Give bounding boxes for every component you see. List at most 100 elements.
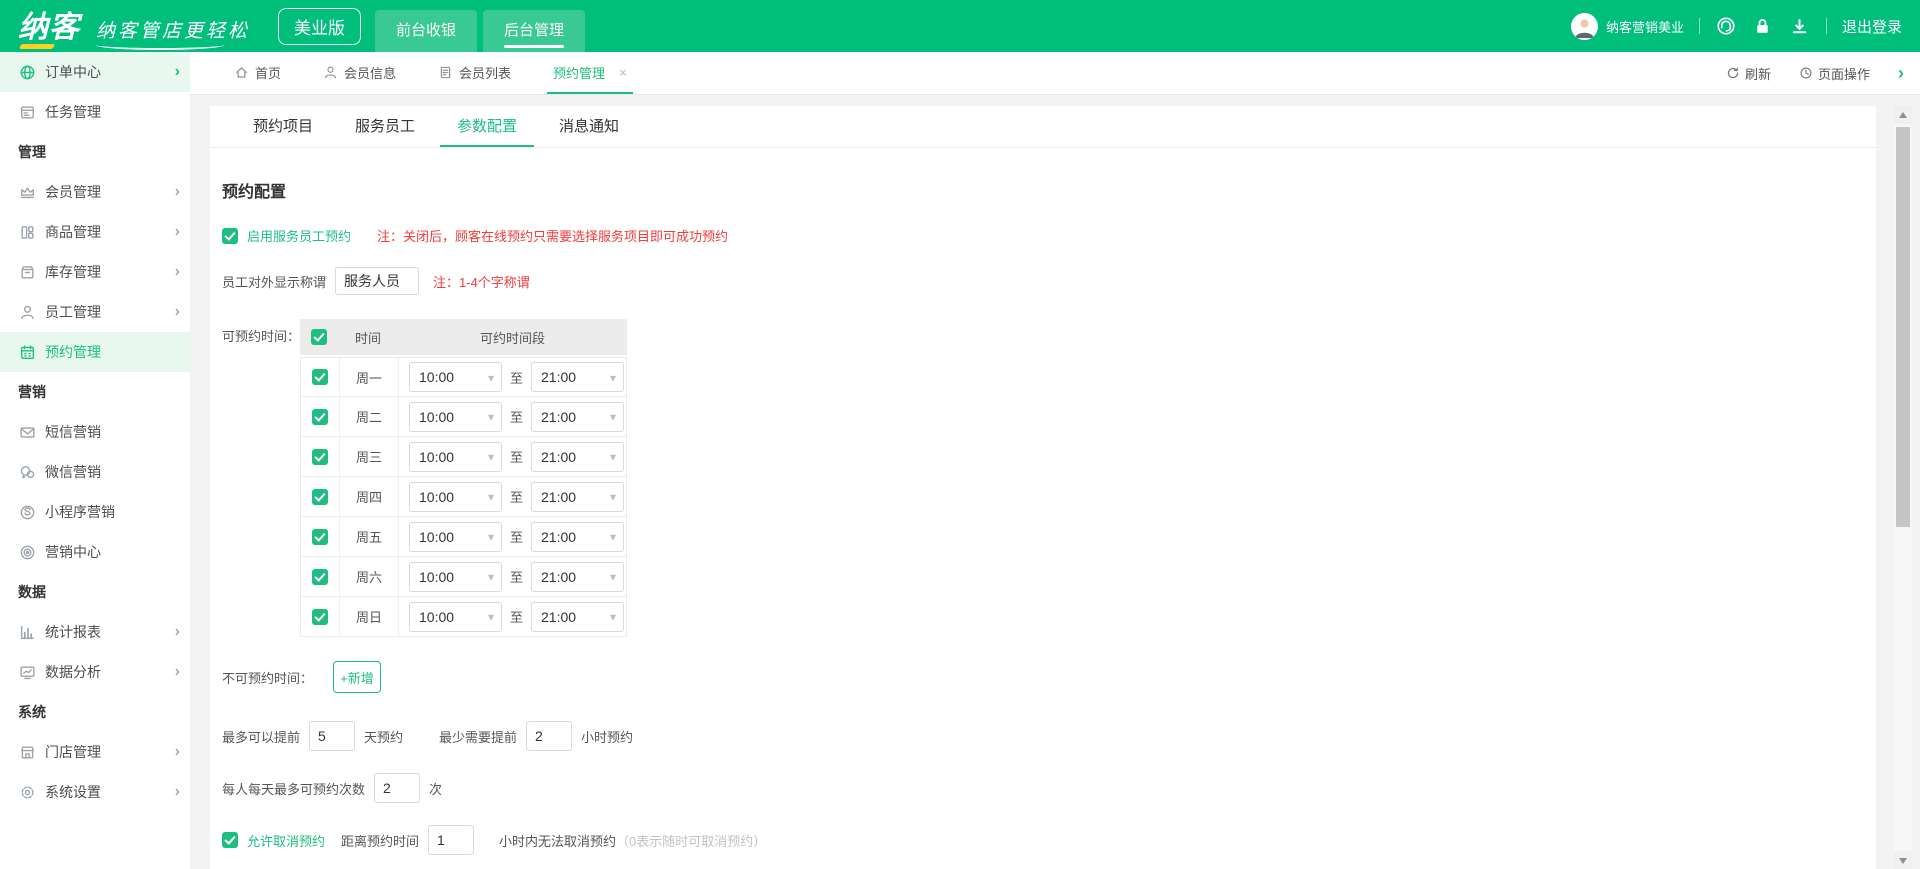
bc-tab-home[interactable]: 首页 xyxy=(228,52,287,94)
bc-tab-member-list[interactable]: 会员列表 xyxy=(432,52,517,94)
tab-backstage-manage[interactable]: 后台管理 xyxy=(483,10,586,52)
select-all-checkbox[interactable] xyxy=(311,329,327,345)
scroll-down-button[interactable] xyxy=(1894,851,1912,869)
day-checkbox[interactable] xyxy=(312,448,328,465)
caret-down-icon xyxy=(488,570,494,583)
sidebar: 订单中心 任务管理 管理 会员管理 商品管理 库存管理 员工管理 预约管理 营销 xyxy=(0,52,190,869)
start-time-select[interactable]: 10:00 xyxy=(409,441,502,472)
to-label: 至 xyxy=(510,490,524,505)
support-icon[interactable] xyxy=(1715,15,1737,37)
enable-staff-booking-checkbox[interactable] xyxy=(222,227,238,244)
scrollbar-thumb[interactable] xyxy=(1896,127,1910,527)
chevron-right-icon xyxy=(175,264,180,280)
user-menu[interactable]: 纳客营销美业 xyxy=(1570,12,1684,40)
bc-tab-member-info[interactable]: 会员信息 xyxy=(317,52,402,94)
edition-badge[interactable]: 美业版 xyxy=(278,7,362,45)
end-time-select[interactable]: 21:00 xyxy=(531,561,625,592)
top-nav: 前台收银 后台管理 xyxy=(375,10,586,52)
sidebar-item-system-settings[interactable]: 系统设置 xyxy=(0,772,190,812)
end-time-select[interactable]: 21:00 xyxy=(531,362,625,392)
close-icon[interactable]: × xyxy=(619,65,627,80)
sidebar-section-label: 系统 xyxy=(18,704,46,720)
caret-down-icon xyxy=(488,410,494,423)
envelope-icon xyxy=(18,423,36,441)
tab-parameter-config[interactable]: 参数配置 xyxy=(440,106,535,147)
cancel-suffix: 小时内无法取消预约 xyxy=(499,833,617,849)
day-checkbox[interactable] xyxy=(312,488,328,505)
tab-service-staff[interactable]: 服务员工 xyxy=(338,106,432,147)
end-time-select[interactable]: 21:00 xyxy=(531,521,625,552)
display-title-note: 注：1-4个字称谓 xyxy=(433,274,530,290)
scroll-up-button[interactable] xyxy=(1894,106,1912,124)
day-label: 周六 xyxy=(339,557,399,596)
cancel-note: （0表示随时可取消预约） xyxy=(616,833,767,849)
sidebar-item-store-manage[interactable]: 门店管理 xyxy=(0,732,190,772)
globe-icon xyxy=(18,63,36,81)
end-time-select[interactable]: 21:00 xyxy=(531,441,625,472)
sidebar-item-order-center[interactable]: 订单中心 xyxy=(0,52,190,92)
day-checkbox[interactable] xyxy=(312,568,328,585)
tab-front-cashier[interactable]: 前台收银 xyxy=(375,10,478,52)
allow-cancel-checkbox[interactable] xyxy=(222,832,238,848)
day-checkbox[interactable] xyxy=(312,608,328,625)
add-blocked-time-button[interactable]: +新增 xyxy=(333,661,382,693)
header-right: 纳客营销美业 退出登录 xyxy=(1570,12,1902,40)
booking-day-row: 周五 10:00 至 21:00 xyxy=(300,517,627,557)
lock-icon[interactable] xyxy=(1752,15,1774,37)
day-checkbox[interactable] xyxy=(312,528,328,545)
end-time-select[interactable]: 21:00 xyxy=(531,401,625,432)
display-title-input[interactable] xyxy=(335,267,420,295)
daily-limit-input[interactable] xyxy=(374,773,421,803)
sidebar-item-stock-manage[interactable]: 库存管理 xyxy=(0,252,190,292)
sidebar-item-stats-report[interactable]: 统计报表 xyxy=(0,612,190,652)
daily-limit-row: 每人每天最多可预约次数 次 xyxy=(222,773,1856,803)
miniprogram-icon xyxy=(18,503,36,521)
sidebar-item-goods-manage[interactable]: 商品管理 xyxy=(0,212,190,252)
sidebar-item-marketing-center[interactable]: 营销中心 xyxy=(0,532,190,572)
tab-message-notice[interactable]: 消息通知 xyxy=(542,106,636,147)
app-logo[interactable]: 纳客 纳客管店更轻松 xyxy=(18,2,250,50)
to-label: 至 xyxy=(510,570,524,585)
start-time-select[interactable]: 10:00 xyxy=(409,401,502,432)
display-title-row: 员工对外显示称谓 注：1-4个字称谓 xyxy=(222,267,1856,295)
sidebar-item-booking-manage[interactable]: 预约管理 xyxy=(0,332,190,372)
tab-booking-items[interactable]: 预约项目 xyxy=(236,106,330,147)
sidebar-item-wechat-marketing[interactable]: 微信营销 xyxy=(0,452,190,492)
sidebar-item-staff-manage[interactable]: 员工管理 xyxy=(0,292,190,332)
sidebar-item-task-manage[interactable]: 任务管理 xyxy=(0,92,190,132)
booking-day-row: 周六 10:00 至 21:00 xyxy=(300,557,627,597)
crown-icon xyxy=(18,183,36,201)
download-icon[interactable] xyxy=(1789,15,1811,37)
sidebar-section-label: 营销 xyxy=(18,384,46,400)
start-time-select[interactable]: 10:00 xyxy=(409,481,502,512)
vertical-scrollbar[interactable] xyxy=(1894,106,1912,869)
sidebar-item-sms-marketing[interactable]: 短信营销 xyxy=(0,412,190,452)
min-advance-label: 最少需要提前 xyxy=(439,729,518,745)
page-actions-button[interactable]: 页面操作 xyxy=(1799,64,1870,83)
start-time-select[interactable]: 10:00 xyxy=(409,601,502,632)
caret-down-icon xyxy=(488,530,494,543)
start-time-select[interactable]: 10:00 xyxy=(409,561,502,592)
cancel-hours-input[interactable] xyxy=(428,825,475,855)
gear-icon xyxy=(18,783,36,801)
start-time-select[interactable]: 10:00 xyxy=(409,521,502,552)
booking-day-row: 周日 10:00 至 21:00 xyxy=(300,597,627,637)
refresh-button[interactable]: 刷新 xyxy=(1726,64,1771,83)
day-label: 周日 xyxy=(339,597,399,636)
day-label: 周四 xyxy=(339,477,399,516)
chevron-right-icon[interactable] xyxy=(1898,63,1904,84)
start-time-select[interactable]: 10:00 xyxy=(409,362,502,392)
day-checkbox[interactable] xyxy=(312,369,328,385)
sidebar-item-data-analysis[interactable]: 数据分析 xyxy=(0,652,190,692)
sidebar-item-miniapp-marketing[interactable]: 小程序营销 xyxy=(0,492,190,532)
end-time-select[interactable]: 21:00 xyxy=(531,481,625,512)
sidebar-item-member-manage[interactable]: 会员管理 xyxy=(0,172,190,212)
bc-tab-booking-manage[interactable]: 预约管理 × xyxy=(547,52,633,94)
max-advance-input[interactable] xyxy=(309,721,356,751)
day-checkbox[interactable] xyxy=(312,408,328,425)
logout-button[interactable]: 退出登录 xyxy=(1842,16,1902,37)
allow-cancel-label: 允许取消预约 xyxy=(247,833,326,849)
end-time-select[interactable]: 21:00 xyxy=(531,601,625,632)
max-advance-label: 最多可以提前 xyxy=(222,729,301,745)
min-advance-input[interactable] xyxy=(526,721,573,751)
